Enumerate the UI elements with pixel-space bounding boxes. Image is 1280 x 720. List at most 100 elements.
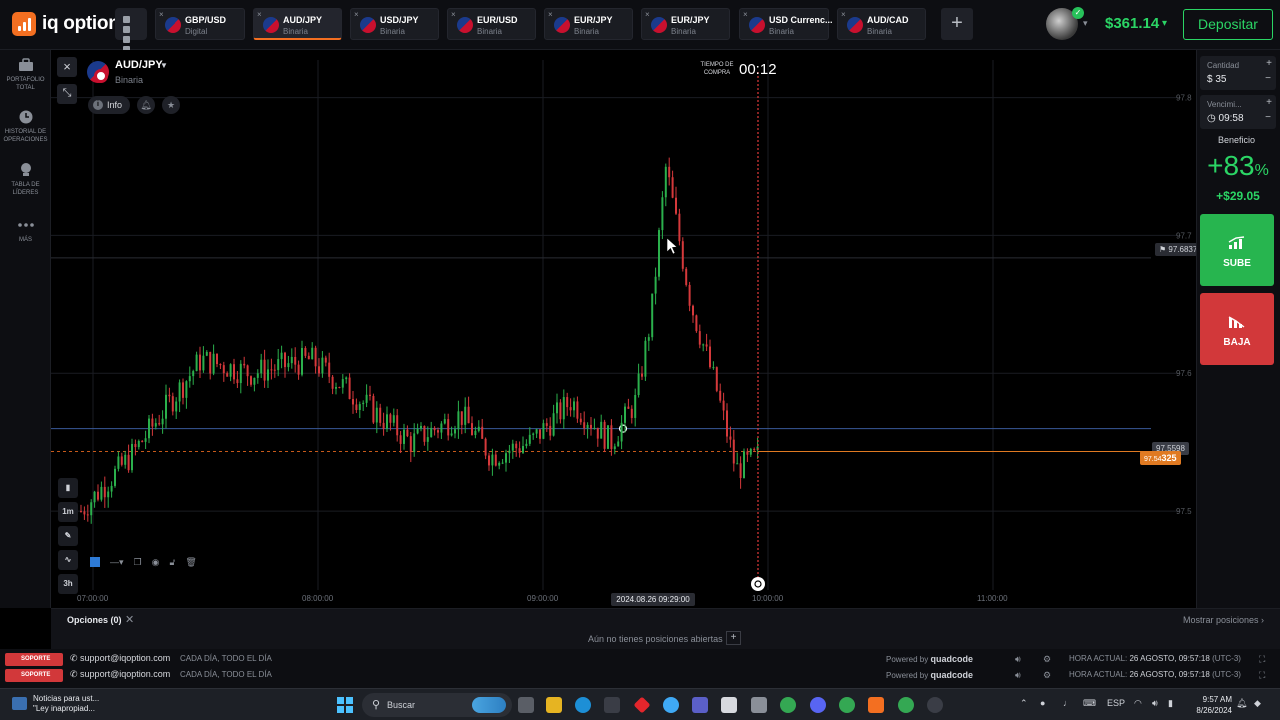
- increase-amount-button[interactable]: +: [1266, 58, 1272, 69]
- star-icon[interactable]: ★: [162, 96, 180, 114]
- alert-price-tag[interactable]: ⚑ 97.6837: [1155, 243, 1202, 256]
- chevron-down-icon[interactable]: ▾: [1162, 18, 1167, 29]
- gear-icon[interactable]: ⚙: [1043, 670, 1051, 681]
- account-balance[interactable]: $361.14: [1105, 15, 1159, 32]
- app-icon[interactable]: [663, 697, 679, 713]
- amount-value[interactable]: $ 35: [1207, 74, 1226, 85]
- edge-icon[interactable]: [575, 697, 591, 713]
- eye-icon[interactable]: ◉: [152, 557, 160, 568]
- store-icon[interactable]: [604, 697, 620, 713]
- close-tab-icon[interactable]: ×: [451, 10, 456, 19]
- chrome-icon[interactable]: [780, 697, 796, 713]
- amount-input[interactable]: Cantidad $ 35 + −: [1200, 56, 1276, 90]
- close-icon[interactable]: ✕: [125, 613, 134, 626]
- trash-icon[interactable]: 🗑︎: [185, 557, 196, 568]
- app-icon[interactable]: [721, 697, 737, 713]
- task-view-icon[interactable]: [518, 697, 534, 713]
- support-button[interactable]: SOPORTE: [5, 653, 63, 666]
- speaker-icon[interactable]: 🔊︎: [1015, 670, 1021, 681]
- copilot-icon[interactable]: ◆: [1254, 698, 1261, 709]
- copy-icon[interactable]: ❐: [134, 557, 142, 568]
- chevron-down-icon[interactable]: ▼: [160, 61, 168, 70]
- decrease-expiry-button[interactable]: −: [1265, 112, 1271, 123]
- speaker-icon[interactable]: 🔊︎: [1015, 654, 1021, 665]
- close-tab-icon[interactable]: ×: [159, 10, 164, 19]
- asset-tab[interactable]: × AUD/CAD Binaria: [837, 8, 926, 40]
- add-tab-button[interactable]: +: [941, 8, 973, 40]
- discord-icon[interactable]: [810, 697, 826, 713]
- teams-icon[interactable]: [692, 697, 708, 713]
- language-indicator[interactable]: ESP: [1107, 698, 1125, 708]
- range-button[interactable]: 3h: [58, 574, 78, 594]
- nav-item-leaderboard[interactable]: Tabla de líderes: [0, 163, 51, 197]
- support-email[interactable]: ✆ support@iqoption.com: [70, 653, 170, 664]
- file-explorer-icon[interactable]: [546, 697, 562, 713]
- put-down-button[interactable]: BAJA: [1200, 293, 1274, 365]
- taskbar-search[interactable]: ⚲ Buscar: [362, 693, 512, 717]
- mic-icon[interactable]: ♩: [1063, 698, 1072, 708]
- expiry-input[interactable]: Vencimi... ◷ 09:58 + −: [1200, 95, 1276, 129]
- close-tab-icon[interactable]: ×: [841, 10, 846, 19]
- chevron-up-icon[interactable]: ⌃: [1020, 698, 1028, 709]
- close-chart-button[interactable]: ×: [57, 57, 77, 77]
- decrease-amount-button[interactable]: −: [1265, 73, 1271, 84]
- fullscreen-icon[interactable]: ⛶: [1259, 670, 1265, 681]
- asset-tab[interactable]: × EUR/JPY Binaria: [544, 8, 633, 40]
- chart-area[interactable]: 97.5 97.6 97.7 97.8 07:00:00 08:00:00 09:00:00…: [51, 50, 1196, 608]
- deposit-button[interactable]: Depositar: [1183, 9, 1273, 40]
- nav-item-more[interactable]: Más: [0, 218, 51, 244]
- fullscreen-icon[interactable]: ⛶: [1259, 654, 1265, 665]
- notification-icon[interactable]: 🔔︎: [1236, 698, 1247, 709]
- support-email[interactable]: ✆ support@iqoption.com: [70, 669, 170, 680]
- close-tab-icon[interactable]: ×: [645, 10, 650, 19]
- expiry-value[interactable]: ◷ 09:58: [1207, 113, 1244, 124]
- logo[interactable]: iq option: [12, 12, 120, 36]
- asset-selector[interactable]: AUD/JPY: [115, 59, 163, 71]
- bell-icon[interactable]: 🔔︎: [137, 96, 155, 114]
- taskbar-clock[interactable]: 9:57 AM 8/26/2024: [1192, 694, 1232, 716]
- assets-grid-button[interactable]: [115, 8, 147, 53]
- line-style-icon[interactable]: —▾: [110, 557, 124, 568]
- price-chart[interactable]: 97.5 97.6 97.7 97.8 07:00:00 08:00:00 09:00:00…: [51, 50, 1196, 608]
- asset-tab[interactable]: × EUR/USD Binaria: [447, 8, 536, 40]
- collapse-chart-icon[interactable]: ⤡: [57, 84, 77, 104]
- info-button[interactable]: i Info: [88, 96, 130, 114]
- color-swatch[interactable]: [90, 557, 100, 567]
- close-tab-icon[interactable]: ×: [257, 10, 262, 19]
- support-button[interactable]: SOPORTE: [5, 669, 63, 682]
- asset-tab[interactable]: × USD/JPY Binaria: [350, 8, 439, 40]
- lock-icon[interactable]: 🔓︎: [169, 557, 175, 568]
- windows-start-icon[interactable]: [337, 697, 353, 713]
- indicators-icon[interactable]: ∿: [58, 550, 78, 570]
- news-widget[interactable]: Noticias para ust... "Ley inapropiad...: [33, 694, 99, 714]
- chrome-icon[interactable]: [839, 697, 855, 713]
- app-icon[interactable]: [633, 696, 651, 714]
- close-tab-icon[interactable]: ×: [743, 10, 748, 19]
- app-icon[interactable]: [927, 697, 943, 713]
- close-tab-icon[interactable]: ×: [548, 10, 553, 19]
- nav-item-history[interactable]: Historial de operaciones: [0, 110, 51, 144]
- chrome-icon[interactable]: [898, 697, 914, 713]
- volume-icon[interactable]: 🔊︎: [1152, 698, 1158, 709]
- wifi-icon[interactable]: ◠: [1134, 698, 1142, 709]
- battery-icon[interactable]: ▮: [1168, 698, 1173, 709]
- news-widget-icon[interactable]: [12, 697, 27, 710]
- chevron-down-icon[interactable]: ▾: [1083, 18, 1088, 29]
- show-positions-button[interactable]: Mostrar posiciones ›: [1183, 615, 1264, 625]
- close-tab-icon[interactable]: ×: [354, 10, 359, 19]
- tray-app-icon[interactable]: ●: [1040, 698, 1045, 708]
- increase-expiry-button[interactable]: +: [1266, 97, 1272, 108]
- call-up-button[interactable]: SUBE: [1200, 214, 1274, 286]
- tab-options[interactable]: Opciones (0): [67, 615, 122, 625]
- nav-item-portfolio[interactable]: Portafolio total: [0, 58, 51, 92]
- keyboard-icon[interactable]: ⌨: [1083, 698, 1096, 709]
- timeframe-button[interactable]: 1m: [58, 502, 78, 522]
- add-position-button[interactable]: +: [726, 631, 741, 645]
- draw-pencil-icon[interactable]: ✎: [58, 526, 78, 546]
- gear-icon[interactable]: ⚙: [1043, 654, 1051, 665]
- app-icon[interactable]: [751, 697, 767, 713]
- asset-tab[interactable]: × GBP/USD Digital: [155, 8, 245, 40]
- candle-type-icon[interactable]: ▮: [58, 478, 78, 498]
- asset-tab-active[interactable]: × AUD/JPY Binaria: [253, 8, 342, 40]
- asset-tab[interactable]: × USD Currenc... Binaria: [739, 8, 833, 40]
